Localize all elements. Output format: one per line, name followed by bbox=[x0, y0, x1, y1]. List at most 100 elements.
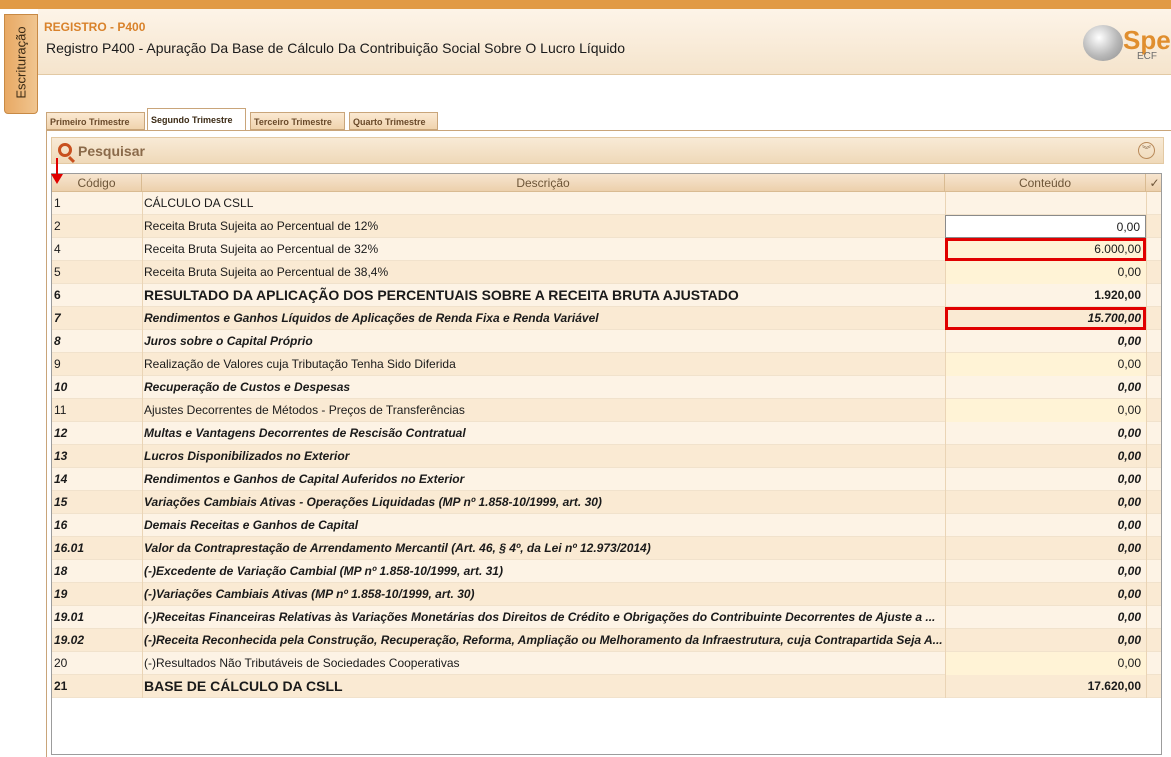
row-code: 20 bbox=[54, 656, 68, 670]
chevron-down-icon[interactable]: ︾ bbox=[1138, 142, 1155, 159]
row-code: 19.02 bbox=[54, 633, 85, 647]
row-description: Ajustes Decorrentes de Métodos - Preços … bbox=[142, 399, 945, 422]
row-value-field[interactable]: 0,00 bbox=[945, 399, 1146, 422]
table-row[interactable]: 18 (-)Excedente de Variação Cambial (MP n… bbox=[52, 560, 1161, 583]
row-code: 6 bbox=[54, 288, 61, 302]
row-description: Demais Receitas e Ganhos de Capital bbox=[142, 514, 945, 537]
row-description: Lucros Disponibilizados no Exterior bbox=[142, 445, 945, 468]
row-value-field[interactable]: 0,00 bbox=[945, 261, 1146, 284]
row-description: CÁLCULO DA CSLL bbox=[142, 192, 945, 215]
row-end-cell bbox=[1146, 583, 1161, 606]
row-code: 15 bbox=[54, 495, 68, 509]
row-description: (-)Receitas Financeiras Relativas às Var… bbox=[142, 606, 945, 629]
column-header-description[interactable]: Descrição bbox=[142, 174, 945, 192]
logo-subtitle: ECF bbox=[1137, 51, 1157, 62]
table-row[interactable]: 16.01 Valor da Contraprestação de Arrenda… bbox=[52, 537, 1161, 560]
column-header-value[interactable]: Conteúdo bbox=[945, 174, 1146, 192]
row-code: 12 bbox=[54, 426, 68, 440]
table-row[interactable]: 5 Receita Bruta Sujeita ao Percentual de … bbox=[52, 261, 1161, 284]
table-row[interactable]: 19.01 (-)Receitas Financeiras Relativas à… bbox=[52, 606, 1161, 629]
row-code: 7 bbox=[54, 311, 61, 325]
search-bar[interactable]: Pesquisar ︾ bbox=[51, 137, 1164, 164]
row-end-cell bbox=[1146, 192, 1161, 215]
tab-primeiro-trimestre[interactable]: Primeiro Trimestre bbox=[46, 112, 145, 130]
row-code: 18 bbox=[54, 564, 68, 578]
table-row[interactable]: 2 Receita Bruta Sujeita ao Percentual de … bbox=[52, 215, 1161, 238]
row-value-field[interactable]: 6.000,00 bbox=[945, 238, 1146, 261]
table-row[interactable]: 8 Juros sobre o Capital Próprio 0,00 bbox=[52, 330, 1161, 353]
table-row[interactable]: 16 Demais Receitas e Ganhos de Capital 0,0… bbox=[52, 514, 1161, 537]
row-code: 1 bbox=[54, 196, 61, 210]
sidebar-tab-label: Escrituração bbox=[13, 26, 29, 99]
row-value-field: 0,00 bbox=[945, 330, 1146, 353]
row-value-field[interactable]: 0,00 bbox=[945, 652, 1146, 675]
table-row[interactable]: 6 RESULTADO DA APLICAÇÃO DOS PERCENTUAIS … bbox=[52, 284, 1161, 307]
row-value-field: 0,00 bbox=[945, 606, 1146, 629]
row-value-field: 15.700,00 bbox=[945, 307, 1146, 330]
row-end-cell bbox=[1146, 261, 1161, 284]
row-end-cell bbox=[1146, 629, 1161, 652]
row-code: 19.01 bbox=[54, 610, 85, 624]
row-code: 9 bbox=[54, 357, 61, 371]
row-end-cell bbox=[1146, 491, 1161, 514]
row-value-field: 17.620,00 bbox=[945, 675, 1146, 698]
grid-header: Código Descrição Conteúdo ✓ bbox=[52, 174, 1161, 192]
table-row[interactable]: 1 CÁLCULO DA CSLL bbox=[52, 192, 1161, 215]
row-code: 2 bbox=[54, 219, 61, 233]
row-end-cell bbox=[1146, 606, 1161, 629]
row-value-field: 0,00 bbox=[945, 468, 1146, 491]
row-value-field: 0,00 bbox=[945, 514, 1146, 537]
tab-segundo-trimestre[interactable]: Segundo Trimestre bbox=[147, 108, 246, 131]
table-row[interactable]: 10 Recuperação de Custos e Despesas 0,00 bbox=[52, 376, 1161, 399]
row-end-cell bbox=[1146, 675, 1161, 698]
row-code: 10 bbox=[54, 380, 68, 394]
row-end-cell bbox=[1146, 537, 1161, 560]
row-code: 4 bbox=[54, 242, 61, 256]
table-row[interactable]: 21 BASE DE CÁLCULO DA CSLL 17.620,00 bbox=[52, 675, 1161, 698]
row-description: Rendimentos e Ganhos de Capital Auferido… bbox=[142, 468, 945, 491]
grid-rows: 1 CÁLCULO DA CSLL 2 Receita Bruta Sujeita a… bbox=[52, 192, 1161, 698]
tab-terceiro-trimestre[interactable]: Terceiro Trimestre bbox=[250, 112, 345, 130]
column-header-code[interactable]: Código bbox=[52, 174, 142, 192]
table-row[interactable]: 20 (-)Resultados Não Tributáveis de Socie… bbox=[52, 652, 1161, 675]
row-description: Valor da Contraprestação de Arrendamento… bbox=[142, 537, 945, 560]
tab-quarto-trimestre[interactable]: Quarto Trimestre bbox=[349, 112, 438, 130]
row-code: 11 bbox=[54, 403, 67, 417]
row-code: 8 bbox=[54, 334, 61, 348]
row-end-cell bbox=[1146, 376, 1161, 399]
row-value-field: 0,00 bbox=[945, 560, 1146, 583]
logo-globe-icon bbox=[1083, 25, 1123, 61]
row-end-cell bbox=[1146, 353, 1161, 376]
row-value-field[interactable]: 0,00 bbox=[945, 353, 1146, 376]
row-end-cell bbox=[1146, 284, 1161, 307]
row-value-field: 0,00 bbox=[945, 445, 1146, 468]
table-row[interactable]: 12 Multas e Vantagens Decorrentes de Resc… bbox=[52, 422, 1161, 445]
table-row[interactable]: 15 Variações Cambiais Ativas - Operações … bbox=[52, 491, 1161, 514]
table-row[interactable]: 9 Realização de Valores cuja Tributação T… bbox=[52, 353, 1161, 376]
row-value-field[interactable]: 0,00 bbox=[945, 215, 1146, 238]
row-value-field bbox=[945, 192, 1146, 215]
table-row[interactable]: 4 Receita Bruta Sujeita ao Percentual de … bbox=[52, 238, 1161, 261]
table-row[interactable]: 19 (-)Variações Cambiais Ativas (MP nº 1.… bbox=[52, 583, 1161, 606]
row-description: RESULTADO DA APLICAÇÃO DOS PERCENTUAIS S… bbox=[142, 284, 945, 307]
check-icon[interactable]: ✓ bbox=[1146, 174, 1161, 192]
row-code: 5 bbox=[54, 265, 61, 279]
row-end-cell bbox=[1146, 422, 1161, 445]
row-description: Rendimentos e Ganhos Líquidos de Aplicaç… bbox=[142, 307, 945, 330]
data-grid: Código Descrição Conteúdo ✓ 1 CÁLCULO DA … bbox=[51, 173, 1162, 755]
table-row[interactable]: 13 Lucros Disponibilizados no Exterior 0,0… bbox=[52, 445, 1161, 468]
row-end-cell bbox=[1146, 215, 1161, 238]
sidebar-tab-escrituracao[interactable]: Escrituração bbox=[4, 14, 38, 114]
search-icon bbox=[58, 143, 72, 157]
table-row[interactable]: 14 Rendimentos e Ganhos de Capital Auferi… bbox=[52, 468, 1161, 491]
row-end-cell bbox=[1146, 652, 1161, 675]
table-row[interactable]: 19.02 (-)Receita Reconhecida pela Constru… bbox=[52, 629, 1161, 652]
table-row[interactable]: 11 Ajustes Decorrentes de Métodos - Preço… bbox=[52, 399, 1161, 422]
page-header: REGISTRO - P400 Registro P400 - Apuração… bbox=[38, 9, 1171, 75]
row-end-cell bbox=[1146, 468, 1161, 491]
row-description: BASE DE CÁLCULO DA CSLL bbox=[142, 675, 945, 698]
row-description: Receita Bruta Sujeita ao Percentual de 3… bbox=[142, 261, 945, 284]
table-row[interactable]: 7 Rendimentos e Ganhos Líquidos de Aplica… bbox=[52, 307, 1161, 330]
row-end-cell bbox=[1146, 560, 1161, 583]
row-code: 16 bbox=[54, 518, 68, 532]
